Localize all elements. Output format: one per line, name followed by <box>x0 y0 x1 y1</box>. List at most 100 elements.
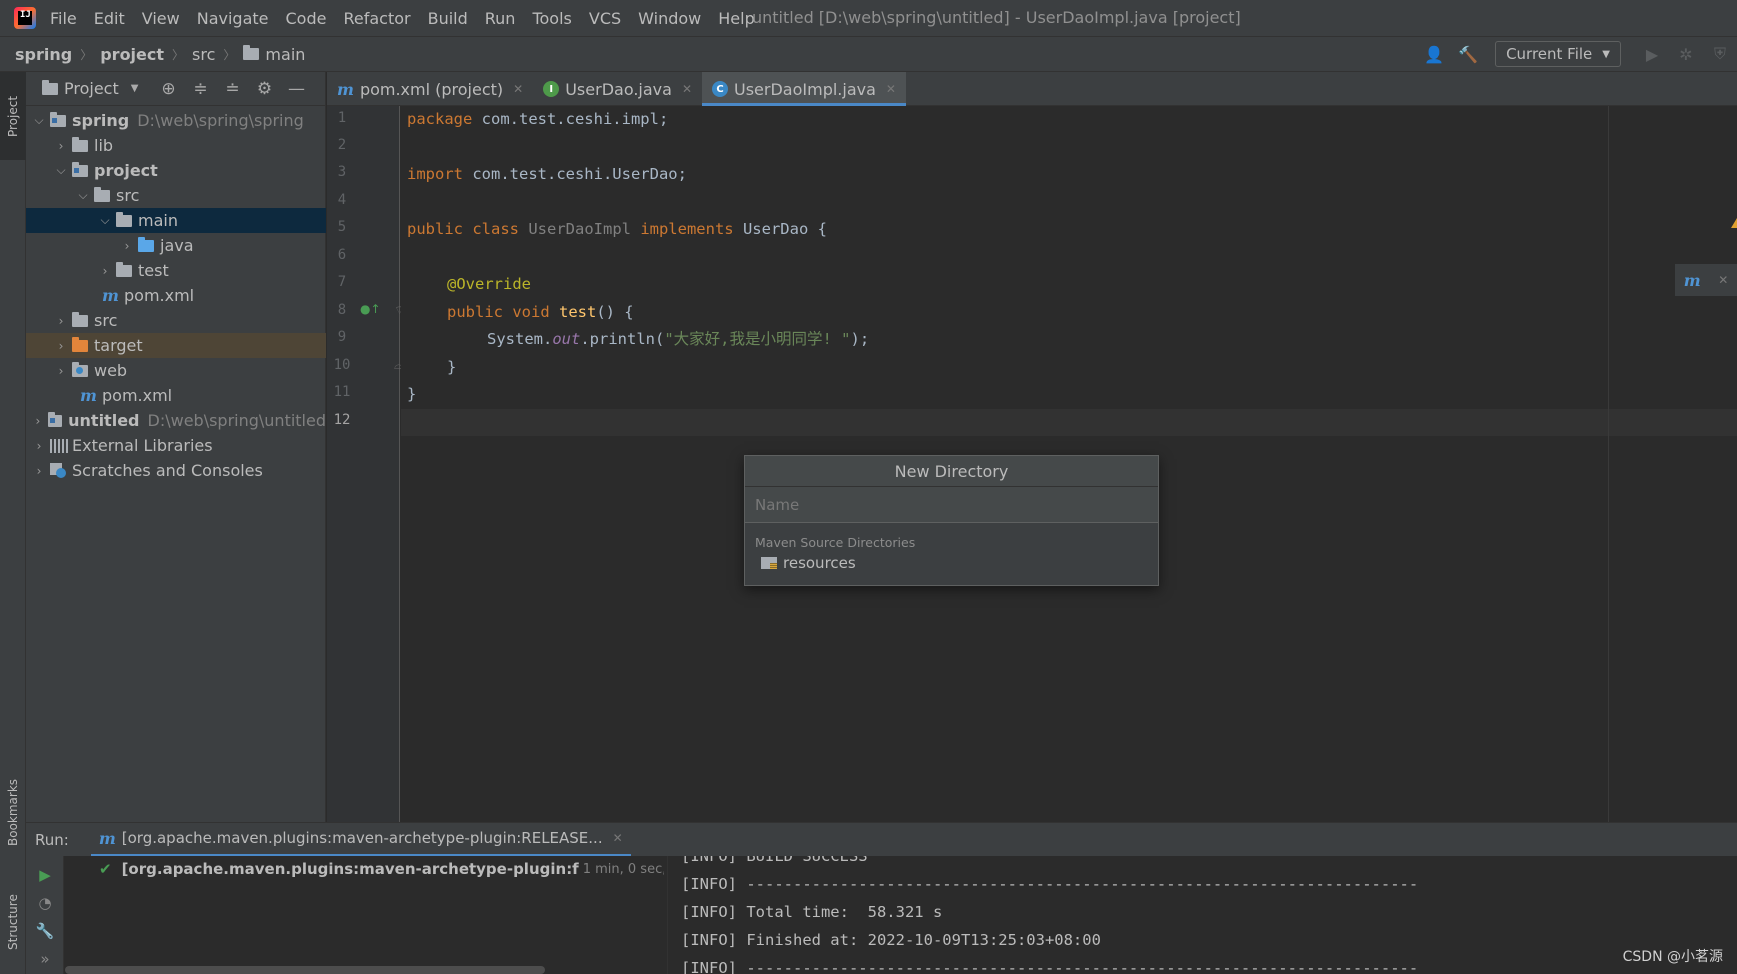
chevron-right-icon[interactable]: › <box>116 239 138 253</box>
line-number: 6 <box>337 247 347 263</box>
close-icon[interactable]: ✕ <box>1718 273 1728 287</box>
right-margin-guide <box>1608 106 1609 822</box>
chevron-right-icon[interactable]: › <box>94 264 116 278</box>
tree-item-java[interactable]: › java <box>26 233 326 258</box>
menu-code[interactable]: Code <box>286 9 327 28</box>
chevron-right-icon[interactable]: › <box>50 364 72 378</box>
close-icon[interactable]: ✕ <box>613 831 623 845</box>
horizontal-scrollbar[interactable] <box>65 966 545 974</box>
tree-item-project[interactable]: ⌵ project <box>26 158 326 183</box>
tree-item-scratches[interactable]: › Scratches and Consoles <box>26 458 326 483</box>
implements-method-icon[interactable]: ●↑ <box>360 302 381 316</box>
coverage-icon[interactable]: ⛨ <box>1709 43 1731 65</box>
run-tree-label: [org.apache.maven.plugins:maven-archetyp… <box>121 860 579 878</box>
tree-item-src[interactable]: › src <box>26 308 326 333</box>
tree-item-spring[interactable]: ⌵ spring D:\web\spring\spring <box>26 108 326 133</box>
menu-help[interactable]: Help <box>718 9 754 28</box>
debug-icon[interactable]: ✲ <box>1675 43 1697 65</box>
directory-name-input[interactable] <box>745 487 1158 523</box>
chevron-right-icon[interactable]: › <box>28 464 50 478</box>
warning-marker-icon[interactable] <box>1731 218 1737 228</box>
chevron-right-icon[interactable]: › <box>28 414 48 428</box>
gear-icon[interactable]: ⚙ <box>248 79 280 99</box>
project-panel-title[interactable]: Project <box>64 79 119 98</box>
tree-item-pom[interactable]: m pom.xml <box>26 283 326 308</box>
tree-item-src[interactable]: ⌵ src <box>26 183 326 208</box>
breadcrumb-project[interactable]: project <box>100 45 164 64</box>
tree-item-web[interactable]: › web <box>26 358 326 383</box>
wrench-icon[interactable]: 🔧 <box>26 922 64 940</box>
chevron-right-icon[interactable]: › <box>50 314 72 328</box>
tree-item-pom[interactable]: m pom.xml <box>26 383 326 408</box>
run-tree-item[interactable]: ✔ [org.apache.maven.plugins:maven-archet… <box>99 860 664 878</box>
menu-navigate[interactable]: Navigate <box>197 9 269 28</box>
chevron-down-icon[interactable]: ⌵ <box>50 163 72 178</box>
chevron-right-icon[interactable]: › <box>50 139 72 153</box>
suggestion-resources[interactable]: resources <box>745 550 1158 572</box>
tree-item-lib[interactable]: › lib <box>26 133 326 158</box>
code-token: @Override <box>447 275 531 293</box>
editor-tabs: m pom.xml (project) ✕ I UserDao.java ✕ C… <box>327 72 1737 106</box>
breadcrumb-spring[interactable]: spring <box>15 45 72 64</box>
chevron-right-icon[interactable]: › <box>28 439 50 453</box>
tab-userdaoimpl-java[interactable]: C UserDaoImpl.java ✕ <box>702 72 906 106</box>
chevron-down-icon[interactable]: ⌵ <box>94 213 116 228</box>
watermark: CSDN @小茗源 <box>1622 949 1723 965</box>
breadcrumb-main[interactable]: main <box>243 45 305 64</box>
menu-view[interactable]: View <box>142 9 180 28</box>
tab-userdao-java[interactable]: I UserDao.java ✕ <box>533 72 702 106</box>
tab-pom-xml[interactable]: m pom.xml (project) ✕ <box>327 72 533 106</box>
code-token: test <box>558 303 597 321</box>
tree-item-test[interactable]: › test <box>26 258 326 283</box>
menu-edit[interactable]: Edit <box>94 9 125 28</box>
code-line-1: package com.test.ceshi.impl; <box>407 106 668 133</box>
close-icon[interactable]: ✕ <box>682 82 692 96</box>
stripe-tab-structure[interactable]: Structure <box>0 872 26 972</box>
menu-tools[interactable]: Tools <box>532 9 571 28</box>
toggle-view-icon[interactable]: ◔ <box>26 894 64 912</box>
run-configuration-select[interactable]: Current File ▼ <box>1495 41 1621 67</box>
code-token: .println( <box>580 330 665 348</box>
line-number: 3 <box>337 164 347 180</box>
project-panel-tools: ⊕ ≑ ≐ ⚙ — <box>152 79 312 99</box>
tree-item-target[interactable]: › target <box>26 333 326 358</box>
chevron-down-icon[interactable]: ▼ <box>131 83 139 94</box>
build-hammer-icon[interactable]: 🔨 <box>1457 43 1479 65</box>
menu-vcs[interactable]: VCS <box>589 9 621 28</box>
maven-reload-button[interactable]: m ✕ <box>1675 264 1737 296</box>
project-view-icon <box>42 79 58 95</box>
chevron-down-icon[interactable]: ⌵ <box>28 113 50 128</box>
breadcrumb-src[interactable]: src <box>192 45 215 64</box>
rerun-icon[interactable]: ▶ <box>26 866 64 884</box>
code-token: out <box>552 330 581 348</box>
locate-target-icon[interactable]: ⊕ <box>152 79 184 99</box>
close-icon[interactable]: ✕ <box>513 82 523 96</box>
menu-run[interactable]: Run <box>485 9 516 28</box>
menu-window[interactable]: Window <box>638 9 701 28</box>
tree-item-untitled[interactable]: › untitled D:\web\spring\untitled <box>26 408 326 433</box>
scratches-icon <box>50 462 68 479</box>
tree-item-main[interactable]: ⌵ main <box>26 208 326 233</box>
line-number: 5 <box>337 219 347 235</box>
console-output[interactable]: [INFO] BUILD SUCCESS [INFO] ------------… <box>669 856 1737 974</box>
menu-refactor[interactable]: Refactor <box>343 9 410 28</box>
stripe-tab-bookmarks[interactable]: Bookmarks <box>0 762 26 862</box>
more-icon[interactable]: » <box>26 950 64 968</box>
expand-all-icon[interactable]: ≑ <box>184 79 216 99</box>
run-icon[interactable]: ▶ <box>1641 43 1663 65</box>
stripe-tab-project[interactable]: Project <box>0 72 26 160</box>
chevron-right-icon[interactable]: › <box>50 339 72 353</box>
web-folder-icon <box>72 361 88 377</box>
run-tab-maven[interactable]: m [org.apache.maven.plugins:maven-archet… <box>90 823 631 857</box>
collapse-all-icon[interactable]: ≐ <box>216 79 248 99</box>
user-account-icon[interactable]: 👤 <box>1423 43 1445 65</box>
tree-item-external-libraries[interactable]: › External Libraries <box>26 433 326 458</box>
close-icon[interactable]: ✕ <box>886 82 896 96</box>
run-toolbar: ▶ ◔ 🔧 » <box>26 856 64 974</box>
breadcrumb-separator-icon: 〉 <box>223 47 236 62</box>
menu-build[interactable]: Build <box>428 9 468 28</box>
chevron-down-icon[interactable]: ⌵ <box>72 188 94 203</box>
folder-icon <box>72 311 88 327</box>
hide-panel-icon[interactable]: — <box>280 79 312 99</box>
menu-file[interactable]: File <box>50 9 77 28</box>
